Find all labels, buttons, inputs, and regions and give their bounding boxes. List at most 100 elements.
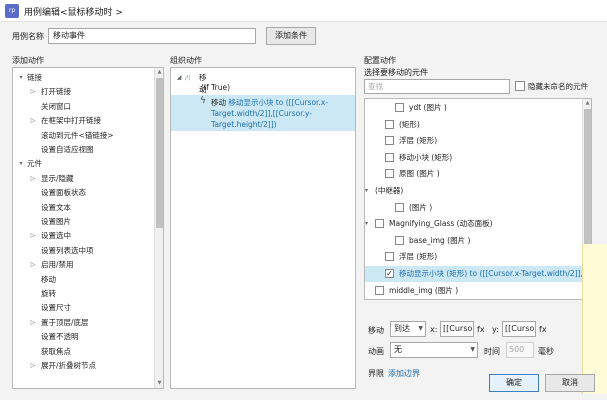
expanded-triangle-icon[interactable]: ▾ bbox=[365, 183, 368, 199]
case-name-input[interactable]: 移动事件 bbox=[48, 28, 256, 44]
widget-checkbox[interactable] bbox=[395, 202, 404, 212]
collapsed-triangle-icon[interactable]: ▷ bbox=[29, 258, 37, 271]
hide-unnamed-checkbox[interactable] bbox=[515, 81, 525, 91]
add-action-item[interactable]: ▷ 启用/禁用 bbox=[13, 258, 153, 271]
move-type-select[interactable]: 到达 ▼ bbox=[390, 321, 426, 337]
case-condition: (If True) bbox=[201, 83, 231, 92]
add-action-item[interactable]: 设置不透明 bbox=[13, 330, 153, 343]
widget-checkbox[interactable] bbox=[375, 219, 384, 229]
add-action-item[interactable]: 设置面板状态 bbox=[13, 186, 153, 199]
widget-checkbox[interactable] bbox=[385, 119, 394, 129]
add-action-item-label: 设置图片 bbox=[41, 217, 71, 226]
organize-action-heading: 组织动作 bbox=[170, 56, 202, 65]
add-boundary-link[interactable]: 添加边界 bbox=[388, 368, 420, 377]
scroll-down-icon[interactable]: ▼ bbox=[155, 379, 163, 388]
collapsed-triangle-icon[interactable]: ▷ bbox=[29, 359, 37, 372]
widget-row[interactable]: 浮层 (矩形) bbox=[365, 133, 584, 149]
animation-select[interactable]: 无 ▼ bbox=[390, 342, 478, 358]
expanded-triangle-icon[interactable]: ▾ bbox=[365, 216, 368, 232]
widget-checkbox[interactable] bbox=[385, 252, 394, 262]
x-fx-button[interactable]: fx bbox=[477, 325, 485, 334]
collapsed-triangle-icon[interactable]: ▷ bbox=[29, 172, 37, 185]
add-action-item-label: 置于顶层/底层 bbox=[41, 317, 89, 327]
collapsed-triangle-icon[interactable]: ▷ bbox=[29, 85, 37, 98]
add-action-item-label: 设置面板状态 bbox=[41, 188, 86, 198]
widget-checkbox[interactable] bbox=[385, 136, 394, 146]
widget-row[interactable]: 浮层 (矩形) bbox=[365, 249, 584, 265]
widget-row[interactable]: base_img (图片 ) bbox=[365, 233, 584, 249]
add-action-item[interactable]: ▾ 链接 bbox=[13, 71, 153, 84]
widget-row[interactable]: ✓ 移动显示小块 (矩形) to ([[Cursor.x-Target.width… bbox=[365, 266, 591, 282]
add-action-item[interactable]: 获取焦点 bbox=[13, 345, 153, 358]
scroll-thumb[interactable] bbox=[156, 78, 163, 228]
cancel-button[interactable]: 取消 bbox=[545, 374, 595, 392]
add-action-item-label: 元件 bbox=[27, 159, 42, 169]
add-action-item[interactable]: 设置自适应视图 bbox=[13, 143, 153, 156]
y-input[interactable]: [[Cursor bbox=[502, 321, 536, 337]
widget-row-label: 原图 (图片 ) bbox=[399, 169, 440, 179]
scroll-up-icon[interactable]: ▲ bbox=[155, 68, 163, 77]
add-action-scrollbar[interactable]: ▲ ▼ bbox=[154, 68, 163, 388]
y-fx-button[interactable]: fx bbox=[539, 325, 547, 334]
add-action-item[interactable]: ▷ 在框架中打开链接 bbox=[13, 114, 153, 127]
add-action-item[interactable]: 设置图片 bbox=[13, 215, 153, 228]
widget-row[interactable]: 移动小块 (矩形) bbox=[365, 150, 584, 166]
widget-row[interactable]: (图片 ) bbox=[365, 200, 584, 216]
x-input[interactable]: [[Cursor bbox=[440, 321, 474, 337]
widget-row[interactable]: 原图 (图片 ) bbox=[365, 166, 584, 182]
add-action-item[interactable]: ▷ 设置选中 bbox=[13, 229, 153, 242]
widget-row-label: (中继器) bbox=[375, 186, 404, 195]
widget-row-label: 移动显示小块 (矩形) to ([[Cursor.x-Target.width/… bbox=[399, 269, 591, 278]
collapsed-triangle-icon[interactable]: ▷ bbox=[29, 229, 37, 242]
collapsed-triangle-icon[interactable]: ▷ bbox=[29, 114, 37, 127]
y-label: y: bbox=[492, 325, 499, 334]
add-action-item[interactable]: ▷ 展开/折叠树节点 bbox=[13, 359, 153, 372]
widget-checkbox[interactable] bbox=[395, 103, 404, 112]
move-label: 移动 bbox=[368, 326, 384, 335]
widget-row[interactable]: (矩形) bbox=[365, 117, 584, 133]
add-action-item[interactable]: ▷ 打开链接 bbox=[13, 85, 153, 98]
widget-checkbox[interactable] bbox=[385, 169, 394, 179]
collapsed-triangle-icon[interactable]: ▷ bbox=[29, 316, 37, 329]
animation-value: 无 bbox=[394, 345, 402, 354]
boundary-label: 界限 bbox=[368, 369, 384, 377]
widget-row[interactable]: ▾ Magnifying_Glass (动态面板) bbox=[365, 216, 584, 232]
add-action-item[interactable]: 关闭窗口 bbox=[13, 100, 153, 113]
widget-checkbox[interactable] bbox=[385, 152, 394, 162]
add-action-item[interactable]: ▷ 显示/隐藏 bbox=[13, 172, 153, 185]
widget-row[interactable]: ydt (图片 ) bbox=[365, 100, 584, 116]
add-action-item-label: 移动 bbox=[41, 274, 56, 284]
widget-row[interactable]: middle_img (图片 ) bbox=[365, 283, 584, 299]
add-action-item[interactable]: ▾ 元件 bbox=[13, 157, 153, 170]
add-action-item[interactable]: 旋转 bbox=[13, 287, 153, 300]
select-widget-heading: 选择要移动的元件 bbox=[364, 68, 428, 77]
widget-search-input[interactable]: 查找 bbox=[364, 79, 510, 94]
collapse-triangle-icon[interactable]: ◢ bbox=[175, 72, 183, 84]
add-action-item[interactable]: 设置文本 bbox=[13, 201, 153, 214]
add-action-item-label: 设置尺寸 bbox=[41, 303, 71, 313]
add-action-item[interactable]: 设置尺寸 bbox=[13, 301, 153, 314]
widget-row-label: 浮层 (矩形) bbox=[399, 136, 438, 146]
add-action-item-label: 设置自适应视图 bbox=[41, 145, 94, 154]
move-action-link[interactable]: 移动显示小块 to ([[Cursor.x-Target.width/2]],[… bbox=[211, 98, 328, 129]
add-action-item[interactable]: 滚动到元件<锚链接> bbox=[13, 129, 153, 142]
add-condition-button[interactable]: 添加条件 bbox=[266, 27, 316, 45]
time-input[interactable]: 500 bbox=[506, 342, 534, 358]
widget-checkbox[interactable] bbox=[395, 235, 404, 245]
move-action-item[interactable]: ϟ 移动 移动显示小块 to ([[Cursor.x-Target.width/… bbox=[171, 95, 355, 131]
ok-button[interactable]: 确定 bbox=[489, 374, 539, 392]
widget-checkbox[interactable] bbox=[375, 285, 384, 295]
expanded-triangle-icon[interactable]: ▾ bbox=[17, 157, 25, 170]
widget-list: ydt (图片 ) (矩形) 浮层 (矩形) 移动小块 (矩形) 原图 (图片 ) ▾ (中… bbox=[364, 98, 592, 300]
scroll-up-icon[interactable]: ▲ bbox=[583, 99, 591, 108]
add-action-item[interactable]: ▷ 置于顶层/底层 bbox=[13, 316, 153, 329]
scroll-thumb[interactable] bbox=[584, 109, 591, 259]
move-action-prefix: 移动 bbox=[211, 98, 226, 107]
add-action-item-label: 打开链接 bbox=[41, 87, 71, 97]
add-action-item[interactable]: 移动 bbox=[13, 273, 153, 286]
add-action-item[interactable]: 设置列表选中项 bbox=[13, 244, 153, 257]
widget-checkbox[interactable]: ✓ bbox=[385, 269, 394, 278]
expanded-triangle-icon[interactable]: ▾ bbox=[17, 71, 25, 84]
x-label: x: bbox=[430, 325, 438, 334]
widget-row[interactable]: ▾ (中继器) bbox=[365, 183, 584, 199]
